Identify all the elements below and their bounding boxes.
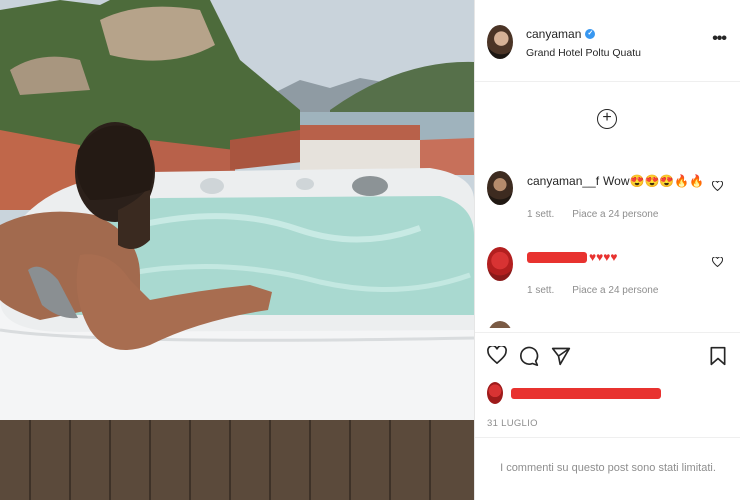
comment-age: 1 sett. [527, 285, 555, 296]
post-photo [0, 0, 474, 500]
heart-icon[interactable] [711, 179, 724, 194]
bookmark-icon[interactable] [709, 346, 727, 366]
comments-limited-notice: I commenti su questo post sono stati lim… [500, 462, 716, 474]
verified-badge-icon: ✓ [585, 29, 596, 39]
commenter-avatar[interactable] [487, 321, 513, 328]
comment-icon[interactable] [519, 346, 539, 366]
avatar[interactable] [487, 25, 513, 59]
heart-icon[interactable] [711, 255, 724, 270]
comment-likes-count[interactable]: Piace a 24 persone [572, 209, 658, 220]
hot-tub-scene-illustration [0, 0, 474, 500]
post-date[interactable]: 31 LUGLIO [487, 418, 538, 429]
comment-item-partial [475, 319, 740, 328]
post-location[interactable]: Grand Hotel Poltu Quatu [526, 47, 641, 59]
comments-list[interactable]: + canyaman__f Wow😍😍😍🔥🔥 1 sett. Piace a 24… [475, 83, 740, 328]
comment-likes-count[interactable]: Piace a 24 persone [572, 285, 658, 296]
comment-body: Wow😍😍😍🔥🔥 [603, 174, 705, 188]
post-side-panel: canyaman ✓ Grand Hotel Poltu Quatu ••• +… [474, 0, 740, 500]
redacted-username [527, 252, 587, 264]
comment-item: canyaman__f Wow😍😍😍🔥🔥 1 sett. Piace a 24 p… [475, 169, 740, 229]
comment-meta: 1 sett. Piace a 24 persone [527, 209, 658, 220]
liked-by-line[interactable] [487, 380, 727, 406]
add-comment-icon[interactable]: + [597, 109, 617, 129]
comment-text-line: canyaman__f Wow😍😍😍🔥🔥 [527, 174, 704, 188]
comment-item: ♥♥♥♥ 1 sett. Piace a 24 persone [475, 245, 740, 305]
heart-icon[interactable] [487, 346, 507, 364]
author-username[interactable]: canyaman [526, 27, 581, 41]
avatar [487, 382, 503, 404]
redacted-liked-by-text [511, 388, 661, 399]
commenter-avatar[interactable] [487, 247, 513, 281]
post-header: canyaman ✓ Grand Hotel Poltu Quatu ••• [475, 0, 740, 82]
commenter-avatar[interactable] [487, 171, 513, 205]
comment-text-line: ♥♥♥♥ [527, 250, 618, 264]
share-icon[interactable] [551, 346, 571, 366]
author-line: canyaman ✓ [526, 27, 596, 41]
comment-age: 1 sett. [527, 209, 555, 220]
action-bar [475, 332, 740, 374]
comment-body: ♥♥♥♥ [589, 250, 618, 264]
comment-username[interactable]: canyaman__f [527, 174, 599, 188]
comment-footer: I commenti su questo post sono stati lim… [475, 437, 740, 500]
more-options-icon[interactable]: ••• [712, 30, 727, 48]
comment-meta: 1 sett. Piace a 24 persone [527, 285, 658, 296]
